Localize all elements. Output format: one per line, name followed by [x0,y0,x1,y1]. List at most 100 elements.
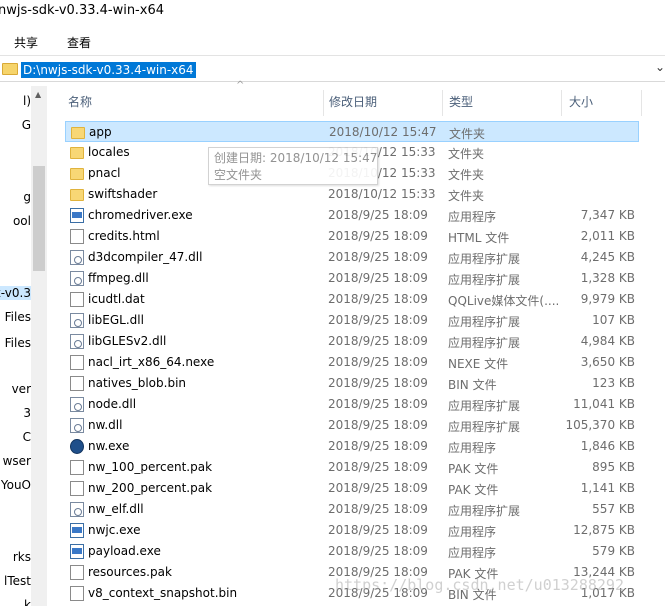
file-name: natives_blob.bin [88,376,187,390]
file-size: 107 KB [592,313,635,327]
file-modified: 2018/9/25 18:09 [328,229,428,243]
file-name: nw_elf.dll [88,502,144,516]
watermark: https://blog.csdn.net/u013288292 [335,576,624,594]
nav-item[interactable]: k [24,598,31,606]
file-icon [70,229,84,244]
file-row[interactable]: payload.exe 2018/9/25 18:09 应用程序 579 KB [65,541,639,562]
file-row[interactable]: nwjc.exe 2018/9/25 18:09 应用程序 12,875 KB [65,520,639,541]
file-name: app [89,125,112,139]
dll-icon [70,271,84,286]
folder-tooltip: 创建日期: 2018/10/12 15:47 空文件夹 [208,147,378,185]
file-row[interactable]: icudtl.dat 2018/9/25 18:09 QQLive媒体文件(....… [65,289,639,310]
file-row[interactable]: nacl_irt_x86_64.nexe 2018/9/25 18:09 NEXE … [65,352,639,373]
file-type: 应用程序扩展 [448,420,521,434]
file-row[interactable]: nw_elf.dll 2018/9/25 18:09 应用程序扩展 557 KB [65,499,639,520]
file-type: 应用程序 [448,525,497,539]
column-header-name[interactable]: 名称 [68,86,92,118]
file-modified: 2018/9/25 18:09 [328,397,428,411]
nav-item[interactable]: rks [13,550,31,564]
file-type: 应用程序扩展 [448,273,521,287]
file-row[interactable]: libEGL.dll 2018/9/25 18:09 应用程序扩展 107 KB [65,310,639,331]
file-row[interactable]: node.dll 2018/9/25 18:09 应用程序扩展 11,041 KB [65,394,639,415]
column-divider[interactable] [323,90,324,116]
file-row[interactable]: nw.dll 2018/9/25 18:09 应用程序扩展 105,370 KB [65,415,639,436]
address-bar[interactable]: D:\nwjs-sdk-v0.33.4-win-x64 ⌄ [0,58,665,82]
nav-item[interactable]: YouO [1,478,31,492]
nav-item[interactable]: g [23,190,31,204]
file-size: 123 KB [592,376,635,390]
folder-icon [70,168,84,180]
file-type: 应用程序扩展 [448,504,521,518]
file-size: 4,245 KB [580,250,635,264]
chevron-down-icon[interactable]: ⌄ [655,60,665,74]
file-icon [70,565,84,580]
file-modified: 2018/9/25 18:09 [328,523,428,537]
nav-item[interactable]: n Files [0,336,31,350]
dll-icon [70,418,84,433]
dll-icon [70,313,84,328]
file-type: HTML 文件 [448,231,510,245]
scroll-up-icon[interactable]: ▲ [35,90,41,99]
scrollbar-thumb[interactable] [33,166,45,271]
tab-share[interactable]: 共享 [10,32,42,53]
file-name: node.dll [88,397,137,411]
file-row[interactable]: d3dcompiler_47.dll 2018/9/25 18:09 应用程序扩展 4… [65,247,639,268]
file-name: resources.pak [88,565,172,579]
file-icon [70,376,84,391]
file-row[interactable]: natives_blob.bin 2018/9/25 18:09 BIN 文件 123… [65,373,639,394]
file-modified: 2018/9/25 18:09 [328,376,428,390]
column-header-size[interactable]: 大小 [569,86,593,118]
file-row[interactable]: nw_200_percent.pak 2018/9/25 18:09 PAK 文件 1… [65,478,639,499]
address-path[interactable]: D:\nwjs-sdk-v0.33.4-win-x64 [21,62,196,78]
column-header-modified[interactable]: 修改日期 [329,86,377,118]
dll-icon [70,250,84,265]
column-divider[interactable] [561,90,562,116]
file-row[interactable]: credits.html 2018/9/25 18:09 HTML 文件 2,011 … [65,226,639,247]
nav-item[interactable]: ver [12,382,31,396]
nav-scrollbar[interactable]: ▲ [31,86,47,606]
file-type: BIN 文件 [448,378,497,392]
tab-view[interactable]: 查看 [63,32,95,53]
folder-icon [2,63,18,75]
file-modified: 2018/9/25 18:09 [328,481,428,495]
file-name: credits.html [88,229,160,243]
nav-item[interactable]: wser [3,454,31,468]
file-name: libEGL.dll [88,313,144,327]
file-type: 应用程序扩展 [448,399,521,413]
file-row[interactable]: libGLESv2.dll 2018/9/25 18:09 应用程序扩展 4,984 … [65,331,639,352]
file-size: 11,041 KB [573,397,635,411]
file-modified: 2018/9/25 18:09 [328,418,428,432]
title-bar: nwjs-sdk-v0.33.4-win-x64 [0,0,665,26]
file-modified: 2018/9/25 18:09 [328,208,428,222]
file-name: d3dcompiler_47.dll [88,250,203,264]
nav-item[interactable]: dk-v0.3 [0,286,31,300]
file-modified: 2018/9/25 18:09 [328,355,428,369]
file-name: nw_200_percent.pak [88,481,213,495]
file-modified: 2018/9/25 18:09 [328,250,428,264]
nav-item[interactable]: l) [23,94,31,108]
nav-item[interactable]: lTest [4,574,31,588]
file-row[interactable]: nw.exe 2018/9/25 18:09 应用程序 1,846 KB [65,436,639,457]
file-row[interactable]: swiftshader 2018/10/12 15:33 文件夹 [65,184,639,205]
file-icon [70,355,84,370]
file-row[interactable]: app 2018/10/12 15:47 文件夹 [65,121,639,142]
folder-icon [70,189,84,201]
column-divider[interactable] [442,90,443,116]
navigation-pane: l) Gg ool dk-v0.3 n Files n Files ver 3 Cwser You… [0,86,31,606]
nav-item[interactable]: ool [13,214,31,228]
file-row[interactable]: ffmpeg.dll 2018/9/25 18:09 应用程序扩展 1,328 KB [65,268,639,289]
nw-icon [70,439,84,454]
nav-item[interactable]: 3 [23,406,31,420]
nav-item[interactable]: n Files [0,310,31,324]
column-header-type[interactable]: 类型 [449,86,473,118]
dll-icon [70,334,84,349]
column-divider[interactable] [641,90,642,116]
file-row[interactable]: nw_100_percent.pak 2018/9/25 18:09 PAK 文件 8… [65,457,639,478]
column-headers: ^ 名称 修改日期 类型 大小 [48,80,665,118]
file-name: v8_context_snapshot.bin [88,586,238,600]
file-icon [70,460,84,475]
file-name: ffmpeg.dll [88,271,149,285]
nav-item[interactable]: C [23,430,31,444]
nav-item[interactable]: G [22,118,31,132]
file-row[interactable]: chromedriver.exe 2018/9/25 18:09 应用程序 7,347… [65,205,639,226]
